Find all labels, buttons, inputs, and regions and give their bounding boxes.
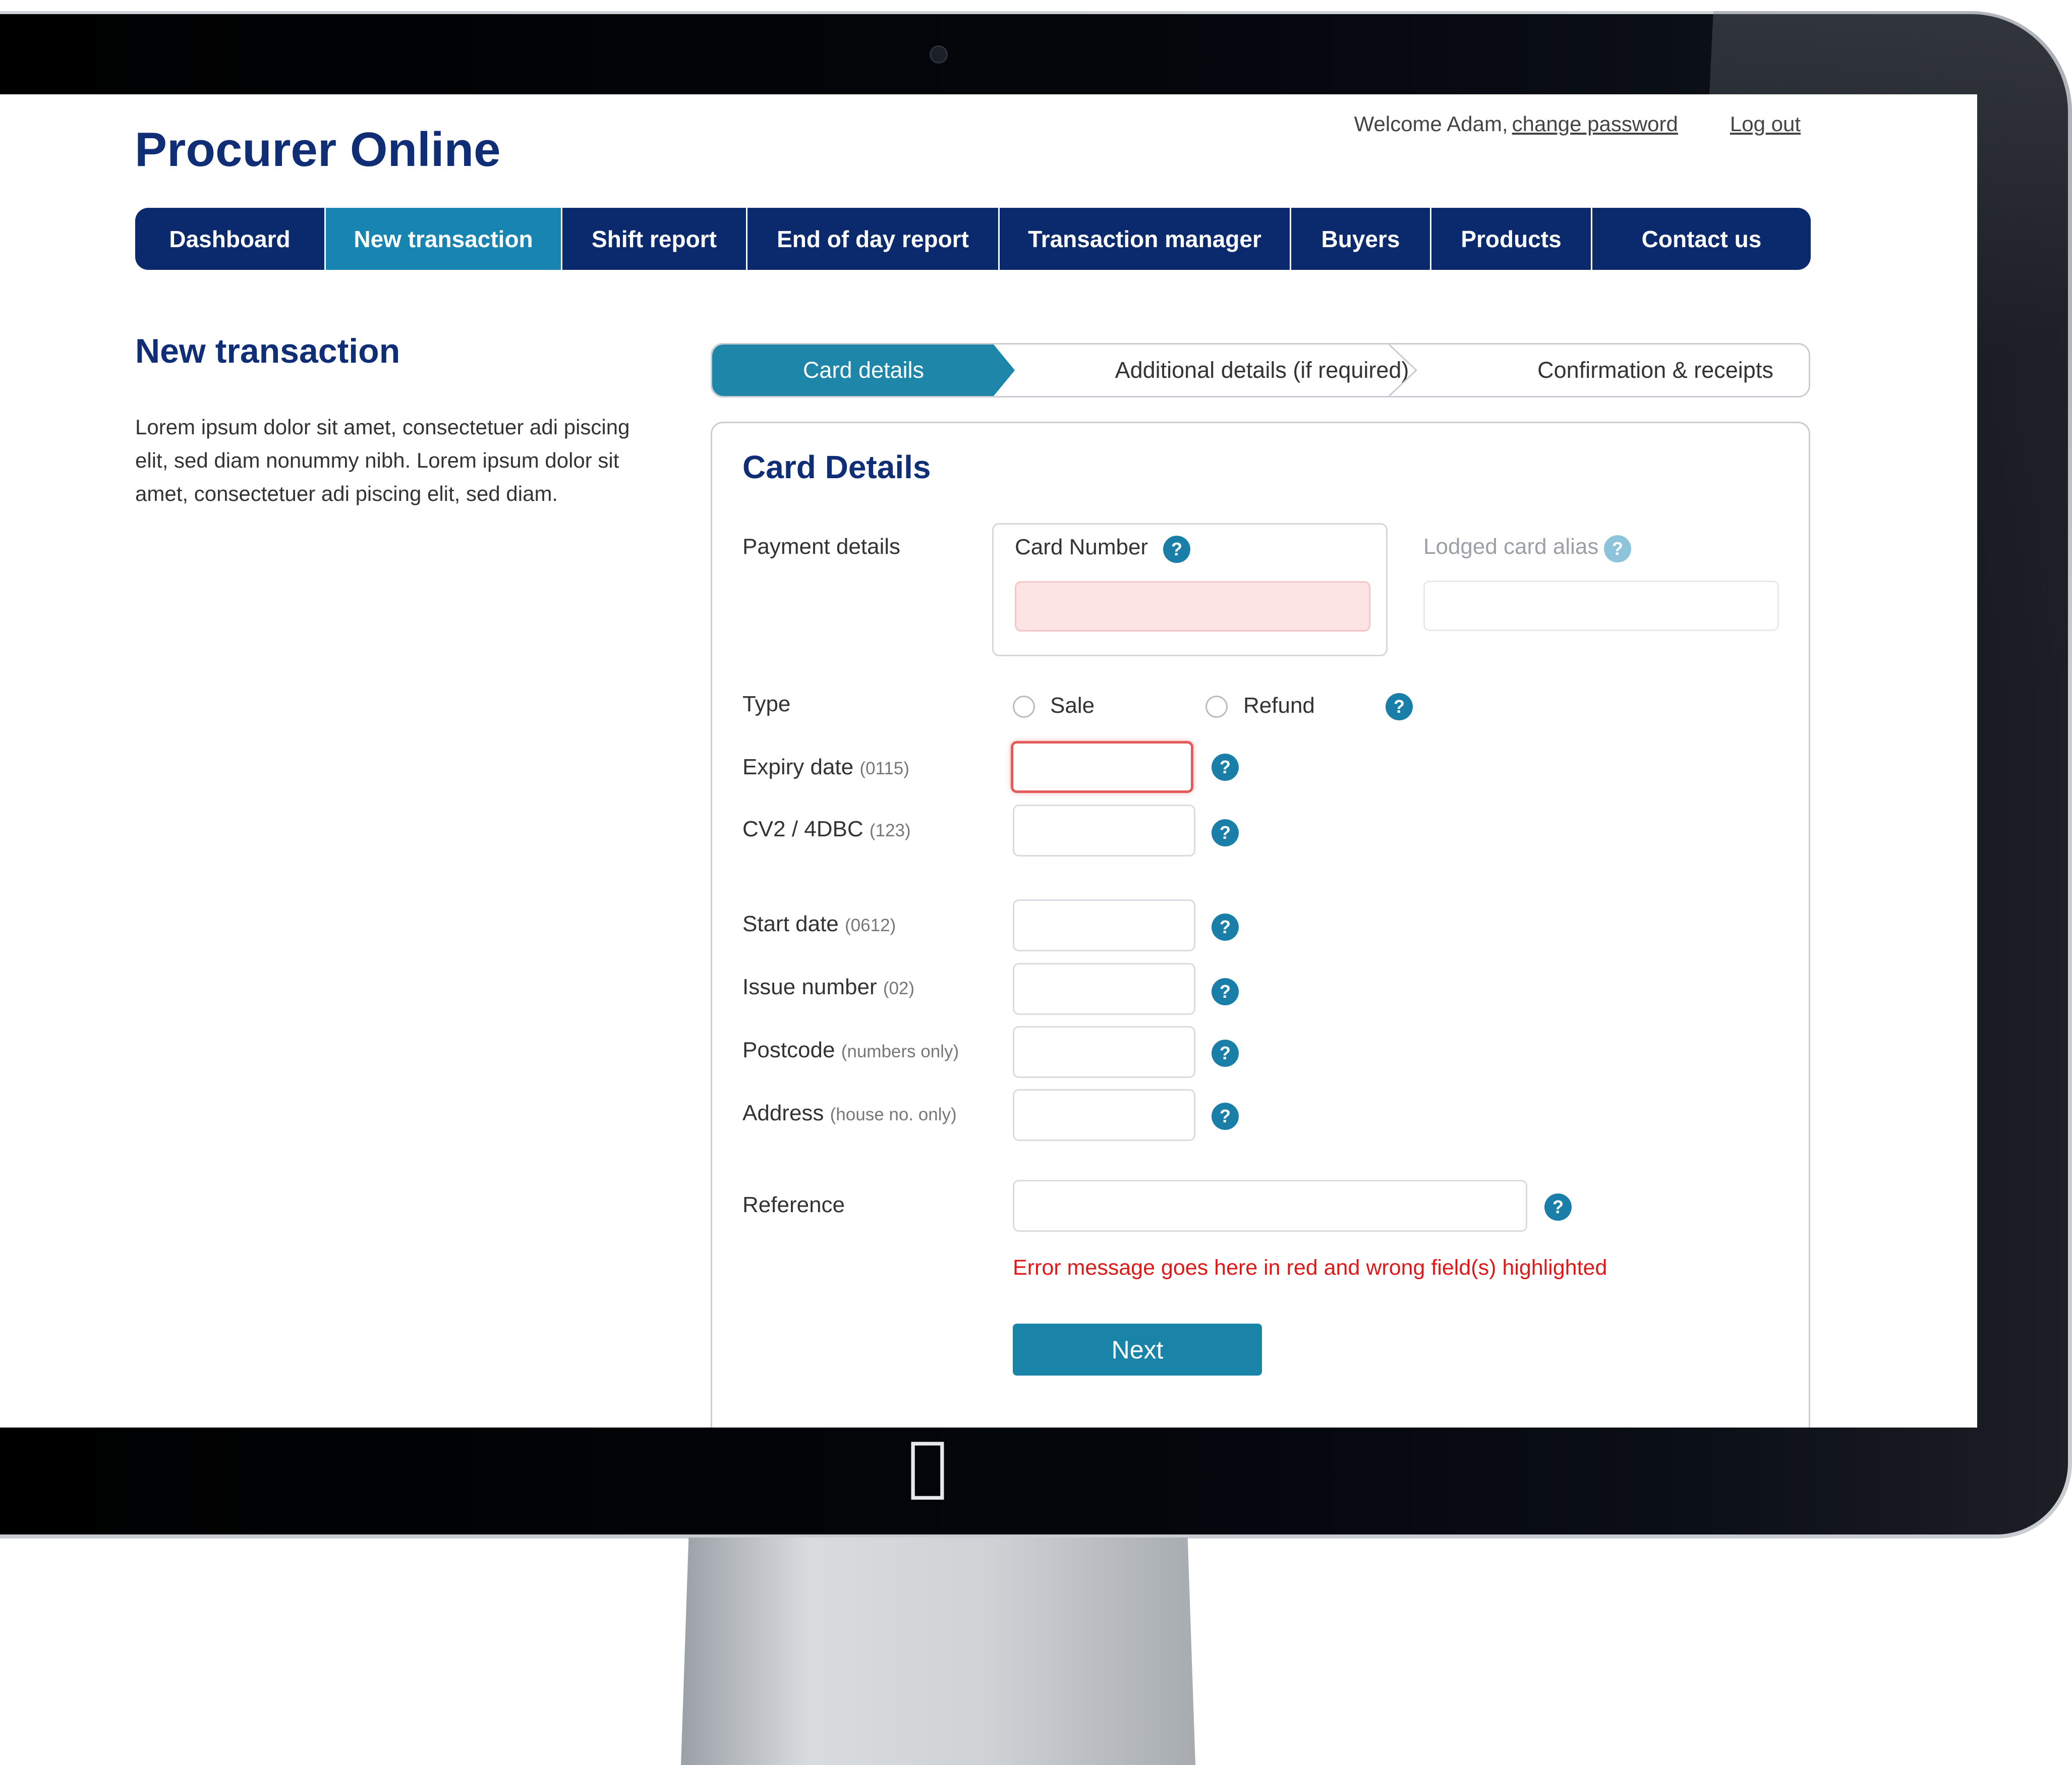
intro-text: Lorem ipsum dolor sit amet, consectetuer… (135, 415, 630, 505)
step-additional-details[interactable]: Additional details (if required) (995, 345, 1529, 396)
reference-label: Reference (742, 1192, 845, 1217)
nav-item-contact-us[interactable]: Contact us (1592, 208, 1811, 270)
help-icon[interactable]: ? (1212, 1040, 1239, 1067)
cv2-label: CV2 / 4DBC (123) (742, 817, 911, 841)
nav-item-end-of-day-report[interactable]: End of day report (747, 208, 1000, 270)
step-indicator: Card details Additional details (if requ… (711, 343, 1810, 397)
help-icon[interactable]: ? (1163, 536, 1190, 563)
nav-item-shift-report[interactable]: Shift report (562, 208, 747, 270)
sale-radio-label[interactable]: Sale (1050, 693, 1095, 718)
refund-radio-label[interactable]: Refund (1243, 693, 1315, 718)
main-nav: Dashboard New transaction Shift report E… (135, 208, 1811, 270)
issue-number-input[interactable] (1013, 963, 1195, 1015)
cv2-input[interactable] (1013, 805, 1195, 857)
help-icon[interactable]: ? (1212, 819, 1239, 846)
help-icon[interactable]: ? (1604, 535, 1631, 562)
step-separator (1388, 345, 1418, 396)
address-input[interactable] (1013, 1089, 1195, 1141)
help-icon[interactable]: ? (1212, 914, 1239, 941)
start-date-input[interactable] (1013, 899, 1195, 951)
page-title: New transaction (135, 332, 400, 370)
refund-radio[interactable] (1205, 696, 1228, 718)
nav-item-buyers[interactable]: Buyers (1291, 208, 1431, 270)
card-number-input[interactable] (1015, 581, 1370, 632)
camera-dot (930, 45, 948, 64)
user-bar: Welcome Adam, change password Log out (1354, 112, 1801, 136)
error-message: Error message goes here in red and wrong… (1013, 1256, 1607, 1280)
expiry-date-input[interactable] (1011, 741, 1193, 793)
start-date-label: Start date (0612) (742, 912, 896, 936)
help-icon[interactable]: ? (1212, 754, 1239, 781)
address-label: Address (house no. only) (742, 1101, 957, 1125)
nav-item-dashboard[interactable]: Dashboard (135, 208, 326, 270)
nav-item-new-transaction[interactable]: New transaction (326, 208, 562, 270)
postcode-label: Postcode (numbers only) (742, 1038, 959, 1062)
help-icon[interactable]: ? (1212, 978, 1239, 1005)
lodged-card-alias-input[interactable] (1423, 581, 1779, 631)
card-number-label: Card Number (1015, 535, 1148, 559)
nav-item-products[interactable]: Products (1431, 208, 1592, 270)
step-card-details[interactable]: Card details (712, 345, 1015, 396)
payment-details-label: Payment details (742, 534, 901, 559)
lodged-card-alias-label: Lodged card alias (1423, 534, 1599, 559)
logout-link[interactable]: Log out (1730, 112, 1801, 136)
monitor-stand (681, 1538, 1195, 1765)
postcode-input[interactable] (1013, 1026, 1195, 1078)
card-details-panel: Card Details Payment details Card Number… (711, 422, 1810, 1428)
sale-radio[interactable] (1013, 696, 1035, 718)
app-title: Procurer Online (135, 123, 501, 177)
change-password-link[interactable]: change password (1512, 112, 1678, 136)
help-icon[interactable]: ? (1386, 693, 1413, 720)
nav-item-transaction-manager[interactable]: Transaction manager (1000, 208, 1291, 270)
card-number-box: Card Number ? (992, 523, 1388, 656)
type-label: Type (742, 692, 791, 716)
screen: Procurer Online Welcome Adam, change pas… (0, 94, 1977, 1428)
step-confirmation[interactable]: Confirmation & receipts (1499, 345, 1812, 396)
reference-input[interactable] (1013, 1180, 1527, 1232)
card-details-title: Card Details (742, 449, 931, 485)
issue-number-label: Issue number (02) (742, 975, 915, 999)
help-icon[interactable]: ? (1544, 1193, 1572, 1221)
help-icon[interactable]: ? (1212, 1103, 1239, 1130)
expiry-date-label: Expiry date (0115) (742, 755, 909, 779)
welcome-text: Welcome Adam, (1354, 112, 1508, 136)
next-button[interactable]: Next (1013, 1324, 1262, 1376)
apple-logo-icon:  (908, 1433, 947, 1498)
